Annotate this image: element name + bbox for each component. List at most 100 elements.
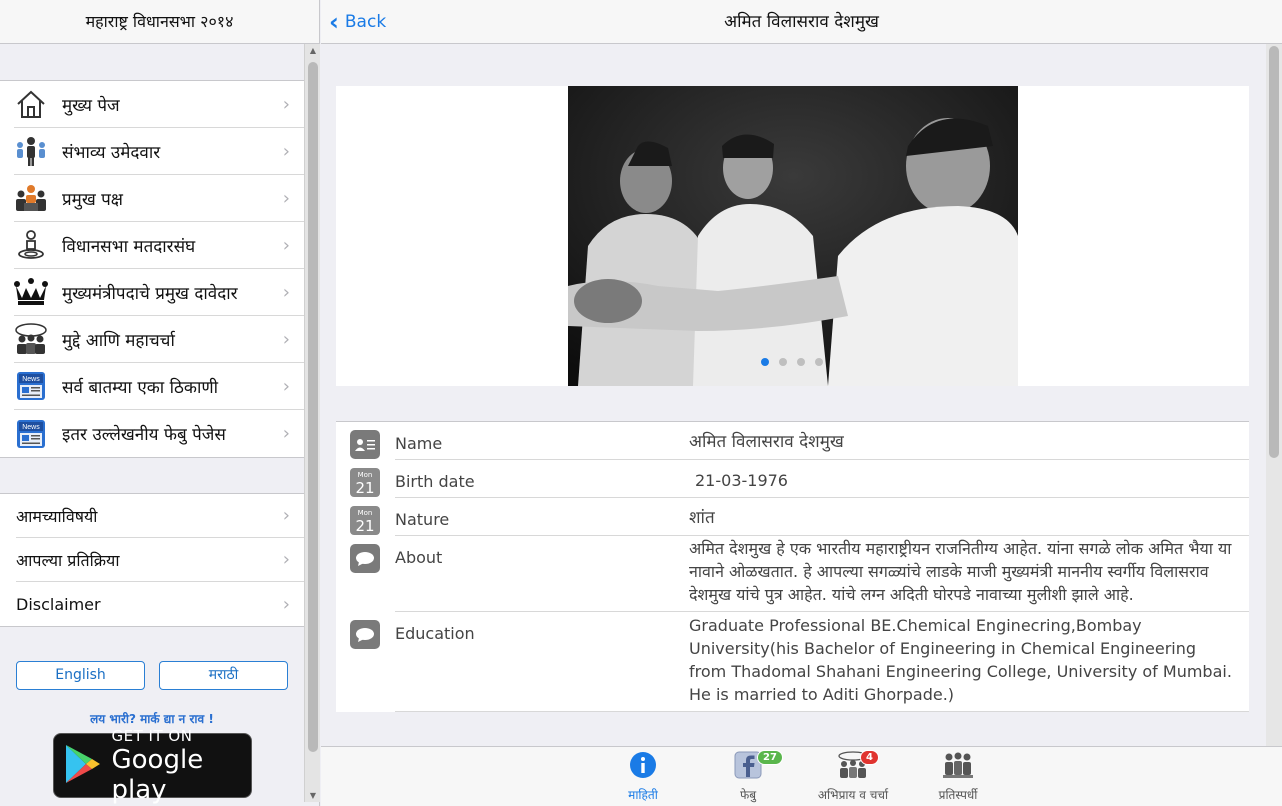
chevron-left-icon: ‹ — [329, 8, 339, 36]
chevron-right-icon: › — [282, 505, 290, 526]
photo-gallery[interactable] — [336, 86, 1249, 386]
tab-label: प्रतिस्पर्धी — [938, 788, 978, 802]
english-button[interactable]: English — [16, 661, 145, 690]
google-play-badge[interactable]: GET IT ON Google play — [52, 727, 252, 805]
sidebar-item-label: इतर उल्लेखनीय फेबु पेजेस — [62, 425, 226, 445]
page-title: अमित विलासराव देशमुख — [724, 12, 879, 32]
detail-value: अमित विलासराव देशमुख — [689, 432, 844, 452]
tab-bar: माहिती 27 फेबु 4 अभिप्राय व चर्चा प्रतिस… — [321, 746, 1282, 806]
tab-label: माहिती — [628, 788, 658, 802]
scroll-up-arrow-icon[interactable]: ▲ — [308, 46, 318, 55]
main-scrollbar-thumb[interactable] — [1269, 46, 1279, 458]
news-icon: News — [14, 369, 48, 403]
detail-key: Education — [395, 624, 475, 643]
main-panel: ‹ Back अमित विलासराव देशमुख Name अमित वि… — [321, 0, 1282, 806]
svg-text:News: News — [22, 424, 40, 431]
page-dot[interactable] — [815, 358, 823, 366]
info-icon — [629, 752, 657, 782]
calendar-day: 21 — [355, 479, 375, 497]
detail-key: Birth date — [395, 472, 475, 491]
sidebar-item-label: Disclaimer — [16, 594, 101, 614]
calendar-icon: Mon 21 — [350, 506, 380, 535]
sidebar-scroll-area[interactable]: मुख्य पेज › संभाव्य उमेदवार › प्रमुख पक्… — [0, 44, 304, 806]
back-button[interactable]: ‹ Back — [329, 0, 386, 44]
language-switcher: English मराठी — [0, 661, 304, 690]
tab-discussion[interactable]: 4 अभिप्राय व चर्चा — [808, 750, 898, 803]
chevron-right-icon: › — [282, 234, 290, 256]
detail-row-birth-date: Mon 21 Birth date 21-03-1976 — [350, 460, 1249, 498]
google-play-icon — [62, 742, 104, 790]
app-root: महाराष्ट्र विधानसभा २०१४ मुख्य पेज › संभ… — [0, 0, 1282, 806]
tab-rivals[interactable]: प्रतिस्पर्धी — [913, 751, 1003, 803]
detail-row-name: Name अमित विलासराव देशमुख — [350, 422, 1249, 460]
detail-row-about: About अमित देशमुख हे एक भारतीय महाराष्ट्… — [350, 536, 1249, 612]
crown-icon — [14, 275, 48, 309]
main-scrollbar[interactable] — [1266, 44, 1282, 746]
detail-row-nature: Mon 21 Nature शांत — [350, 498, 1249, 536]
detail-value: अमित देशमुख हे एक भारतीय महाराष्ट्रीयन र… — [689, 539, 1232, 604]
svg-text:News: News — [22, 376, 40, 383]
rivals-icon — [941, 752, 975, 782]
sidebar-scrollbar-thumb[interactable] — [308, 62, 318, 752]
calendar-day: 21 — [355, 517, 375, 535]
sidebar-item-parties[interactable]: प्रमुख पक्ष › — [14, 175, 304, 222]
tab-facebook[interactable]: 27 फेबु — [703, 750, 793, 803]
scroll-down-arrow-icon[interactable]: ▼ — [308, 791, 318, 800]
detail-value: शांत — [689, 508, 715, 528]
detail-row-education: Education Graduate Professional BE.Chemi… — [350, 612, 1249, 712]
detail-scroll-area[interactable]: Name अमित विलासराव देशमुख Mon 21 Birth d… — [321, 44, 1266, 746]
sidebar-item-label: संभाव्य उमेदवार — [62, 142, 161, 163]
sidebar-item-constituency[interactable]: विधानसभा मतदारसंघ › — [14, 222, 304, 269]
sidebar-item-home[interactable]: मुख्य पेज › — [14, 81, 304, 128]
calendar-icon: Mon 21 — [350, 468, 380, 497]
sidebar-item-feedback[interactable]: आपल्या प्रतिक्रिया › — [16, 538, 304, 582]
speech-bubble-icon — [350, 620, 380, 649]
chevron-right-icon: › — [282, 423, 290, 444]
sidebar-item-label: प्रमुख पक्ष — [62, 189, 123, 210]
google-play-line2: Google play — [111, 744, 204, 805]
page-dot[interactable] — [761, 358, 769, 366]
google-play-line1: GET IT ON — [111, 726, 193, 745]
sidebar-item-label: सर्व बातम्या एका ठिकाणी — [62, 377, 219, 398]
sidebar-title: महाराष्ट्र विधानसभा २०१४ — [0, 0, 319, 44]
sidebar-item-cm-contenders[interactable]: मुख्यमंत्रीपदाचे प्रमुख दावेदार › — [14, 269, 304, 316]
sidebar-item-label: आपल्या प्रतिक्रिया — [16, 550, 120, 570]
tab-label: फेबु — [739, 788, 757, 802]
chevron-right-icon: › — [282, 93, 290, 115]
sidebar-item-label: मुद्दे आणि महाचर्चा — [62, 330, 175, 351]
sidebar-item-news[interactable]: News सर्व बातम्या एका ठिकाणी › — [14, 363, 304, 410]
facebook-icon — [734, 751, 762, 782]
chevron-right-icon: › — [282, 375, 290, 397]
speech-bubble-icon — [350, 544, 380, 573]
parties-icon — [14, 181, 48, 215]
notification-badge: 27 — [757, 750, 783, 765]
sidebar-item-candidates[interactable]: संभाव्य उमेदवार › — [14, 128, 304, 175]
news-icon: News — [14, 417, 48, 451]
home-icon — [14, 87, 48, 121]
discussion-icon — [836, 751, 870, 782]
page-dot[interactable] — [779, 358, 787, 366]
secondary-menu: आमच्याविषयी › आपल्या प्रतिक्रिया › Discl… — [0, 493, 304, 627]
sidebar-item-disclaimer[interactable]: Disclaimer › — [16, 582, 304, 626]
rate-app-tagline[interactable]: लय भारी? मार्क द्या न राव ! — [0, 710, 304, 727]
tab-info[interactable]: माहिती — [598, 751, 688, 803]
page-indicator[interactable] — [761, 358, 833, 366]
notification-badge: 4 — [860, 750, 879, 765]
detail-key: Nature — [395, 510, 450, 529]
sidebar-item-label: मुख्यमंत्रीपदाचे प्रमुख दावेदार — [62, 283, 238, 304]
detail-key: About — [395, 548, 443, 567]
sidebar: महाराष्ट्र विधानसभा २०१४ मुख्य पेज › संभ… — [0, 0, 320, 806]
details-table: Name अमित विलासराव देशमुख Mon 21 Birth d… — [336, 421, 1249, 712]
sidebar-item-label: आमच्याविषयी — [16, 506, 98, 526]
page-dot[interactable] — [797, 358, 805, 366]
sidebar-scrollbar[interactable]: ▲ ▼ — [304, 44, 320, 802]
detail-key: Name — [395, 434, 443, 453]
sidebar-item-label: विधानसभा मतदारसंघ — [62, 236, 196, 257]
sidebar-item-fb-pages[interactable]: News इतर उल्लेखनीय फेबु पेजेस › — [14, 410, 304, 457]
constituency-location-icon — [14, 228, 48, 262]
marathi-button[interactable]: मराठी — [159, 661, 288, 690]
sidebar-item-about-us[interactable]: आमच्याविषयी › — [16, 494, 304, 538]
discussion-icon — [14, 322, 48, 356]
sidebar-item-issues[interactable]: मुद्दे आणि महाचर्चा › — [14, 316, 304, 363]
detail-value: Graduate Professional BE.Chemical Engine… — [689, 616, 1232, 704]
